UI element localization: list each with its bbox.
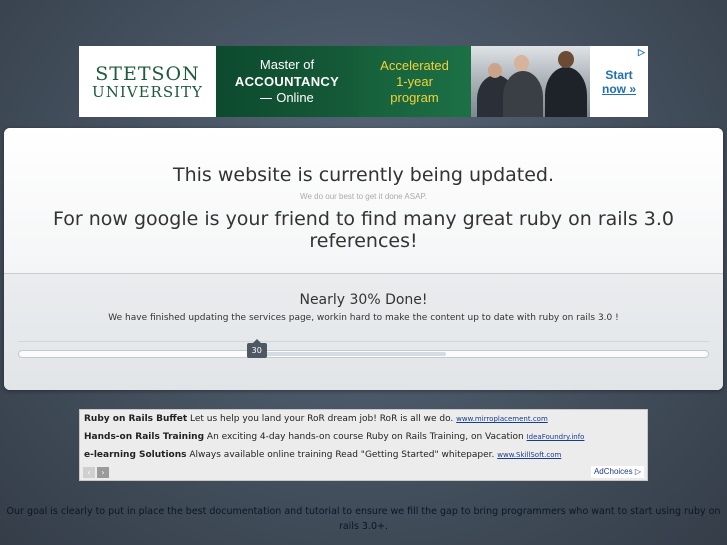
dash-decoration <box>260 97 273 99</box>
program-line-1: Master of <box>259 57 315 72</box>
banner-program-panel: Master of ACCOUNTANCY Online <box>216 46 358 117</box>
business-people-photo <box>471 46 590 117</box>
ad-title[interactable]: e-learning Solutions <box>84 450 187 460</box>
prev-arrow-icon[interactable]: ‹ <box>83 467 95 478</box>
ad-title[interactable]: Ruby on Rails Buffet <box>84 414 187 424</box>
subnote: We do our best to get it done ASAP. <box>300 192 427 201</box>
logo-line-2: UNIVERSITY <box>92 82 203 101</box>
cta-line-1: Start <box>605 67 633 82</box>
person-figure <box>503 71 543 117</box>
ad-pagination: ‹ › <box>83 467 109 478</box>
banner-accelerated-panel: Accelerated 1-year program <box>358 46 471 117</box>
footer-text: Our goal is clearly to put in place the … <box>6 506 721 532</box>
ad-text: Let us help you land your RoR dream job!… <box>190 414 454 424</box>
person-head <box>558 51 574 68</box>
ad-title[interactable]: Hands-on Rails Training <box>84 432 204 442</box>
progress-section: Nearly 30% Done! We have finished updati… <box>4 274 723 390</box>
logo-line-1: STETSON <box>95 62 200 85</box>
ad-info-icon[interactable]: ▷ <box>636 47 647 58</box>
person-figure <box>545 67 587 117</box>
next-arrow-icon[interactable]: › <box>97 467 109 478</box>
slider-knob[interactable]: 30 <box>246 339 267 358</box>
divider <box>18 341 709 342</box>
start-now-link[interactable]: ▷ Start now » <box>590 46 648 117</box>
person-head <box>488 63 502 78</box>
program-line-3-text: Online <box>276 90 314 105</box>
page-headline: This website is currently being updated. <box>172 164 555 186</box>
cta-line-2: now » <box>601 81 636 96</box>
banner-ad[interactable]: STETSON UNIVERSITY Master of ACCOUNTANCY… <box>79 46 648 117</box>
slider-highlight <box>253 352 447 356</box>
person-head <box>514 55 529 71</box>
accel-line-2: 1-year <box>396 73 433 89</box>
text-ad-row[interactable]: e-learning Solutions Always available on… <box>80 446 647 464</box>
program-line-3: Online <box>260 90 314 106</box>
text-ads-box: Ruby on Rails Buffet Let us help you lan… <box>79 409 648 481</box>
ad-text: An exciting 4-day hands-on course Ruby o… <box>206 432 524 442</box>
status-panel-top: This website is currently being updated.… <box>4 128 723 274</box>
accel-line-1: Accelerated <box>380 57 449 73</box>
adchoices-link[interactable]: AdChoices ▷ <box>590 466 644 478</box>
status-panel: This website is currently being updated.… <box>4 128 723 390</box>
text-ad-row[interactable]: Hands-on Rails Training An exciting 4-da… <box>80 428 647 446</box>
text-ad-row[interactable]: Ruby on Rails Buffet Let us help you lan… <box>80 410 647 428</box>
stetson-logo: STETSON UNIVERSITY <box>79 46 216 117</box>
program-line-2: ACCOUNTANCY <box>234 74 340 89</box>
accel-line-3: program <box>390 89 439 105</box>
ad-url[interactable]: www.mirroplacement.com <box>456 415 548 423</box>
ad-text: Always available online training Read "G… <box>189 450 495 460</box>
progress-description: We have finished updating the services p… <box>108 313 619 323</box>
ad-url[interactable]: IdeaFoundry.info <box>527 433 585 441</box>
progress-title: Nearly 30% Done! <box>299 292 428 308</box>
progress-slider[interactable]: 30 <box>18 339 709 358</box>
main-message: For now google is your friend to find ma… <box>53 208 674 252</box>
ad-url[interactable]: www.SkillSoft.com <box>497 451 561 459</box>
